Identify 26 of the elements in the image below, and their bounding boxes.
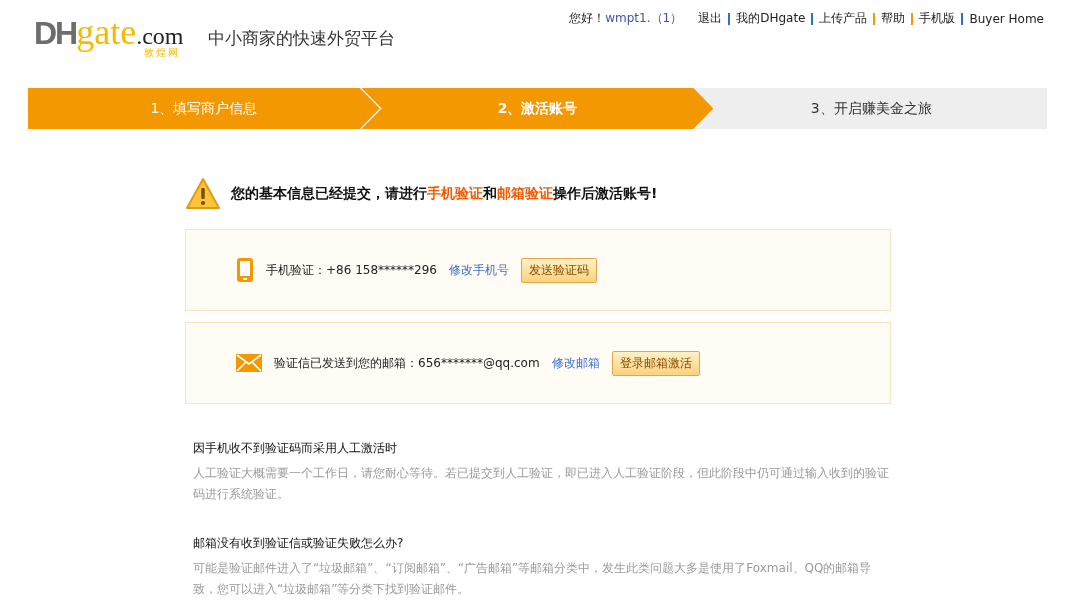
edit-link[interactable]: 修改邮箱 — [551, 354, 600, 372]
edit-link[interactable]: 修改手机号 — [448, 261, 509, 279]
faq-answer: 可能是验证邮件进入了“垃圾邮箱”、“订阅邮箱”、“广告邮箱”等邮箱分类中，发生此类问题大多是使用了Foxmail、QQ的邮箱导致，您可以进入“垃圾邮箱”等分类下找到验证邮件。 — [193, 560, 873, 598]
envelope-icon — [236, 354, 262, 372]
greeting: 您好！ — [569, 10, 606, 27]
nav-link[interactable]: 退出 — [698, 10, 723, 27]
warning-icon — [185, 177, 221, 211]
nav-link[interactable]: 我的DHgate — [736, 10, 806, 27]
slogan: 中小商家的快速外贸平台 — [208, 26, 395, 50]
progress-step: 1、填写商户信息 — [28, 88, 380, 129]
progress-step: 2、激活账号 — [361, 88, 714, 129]
username: wmpt1.（1） — [605, 10, 683, 27]
action-button[interactable]: 发送验证码 — [520, 257, 597, 283]
phone-icon — [236, 257, 254, 283]
nav-link[interactable]: 上传产品 — [819, 10, 868, 27]
faq-question: 邮箱没有收到验证信或验证失败怎么办? — [193, 535, 405, 552]
verification-label: 手机验证：+86 158******296 — [266, 261, 437, 279]
notice-message: 您的基本信息已经提交，请进行手机验证和邮箱验证操作后激活账号! — [231, 185, 658, 203]
nav-link[interactable]: 手机版 — [919, 10, 956, 27]
nav-link[interactable]: 帮助 — [881, 10, 906, 27]
nav-link[interactable]: Buyer Home — [969, 11, 1044, 26]
action-button[interactable]: 登录邮箱激活 — [611, 350, 700, 376]
faq-answer: 人工验证大概需要一个工作日，请您耐心等待。若已提交到人工验证，即已进入人工验证阶段，但此阶段中仍可通过输入收到的验证码进行系统验证。 — [193, 465, 890, 503]
faq-question: 因手机收不到验证码而采用人工激活时 — [193, 440, 398, 457]
logo[interactable]: DHgate.com 敦煌网 — [34, 14, 194, 62]
verification-label: 验证信已发送到您的邮箱：656*******@qq.com — [274, 354, 540, 372]
